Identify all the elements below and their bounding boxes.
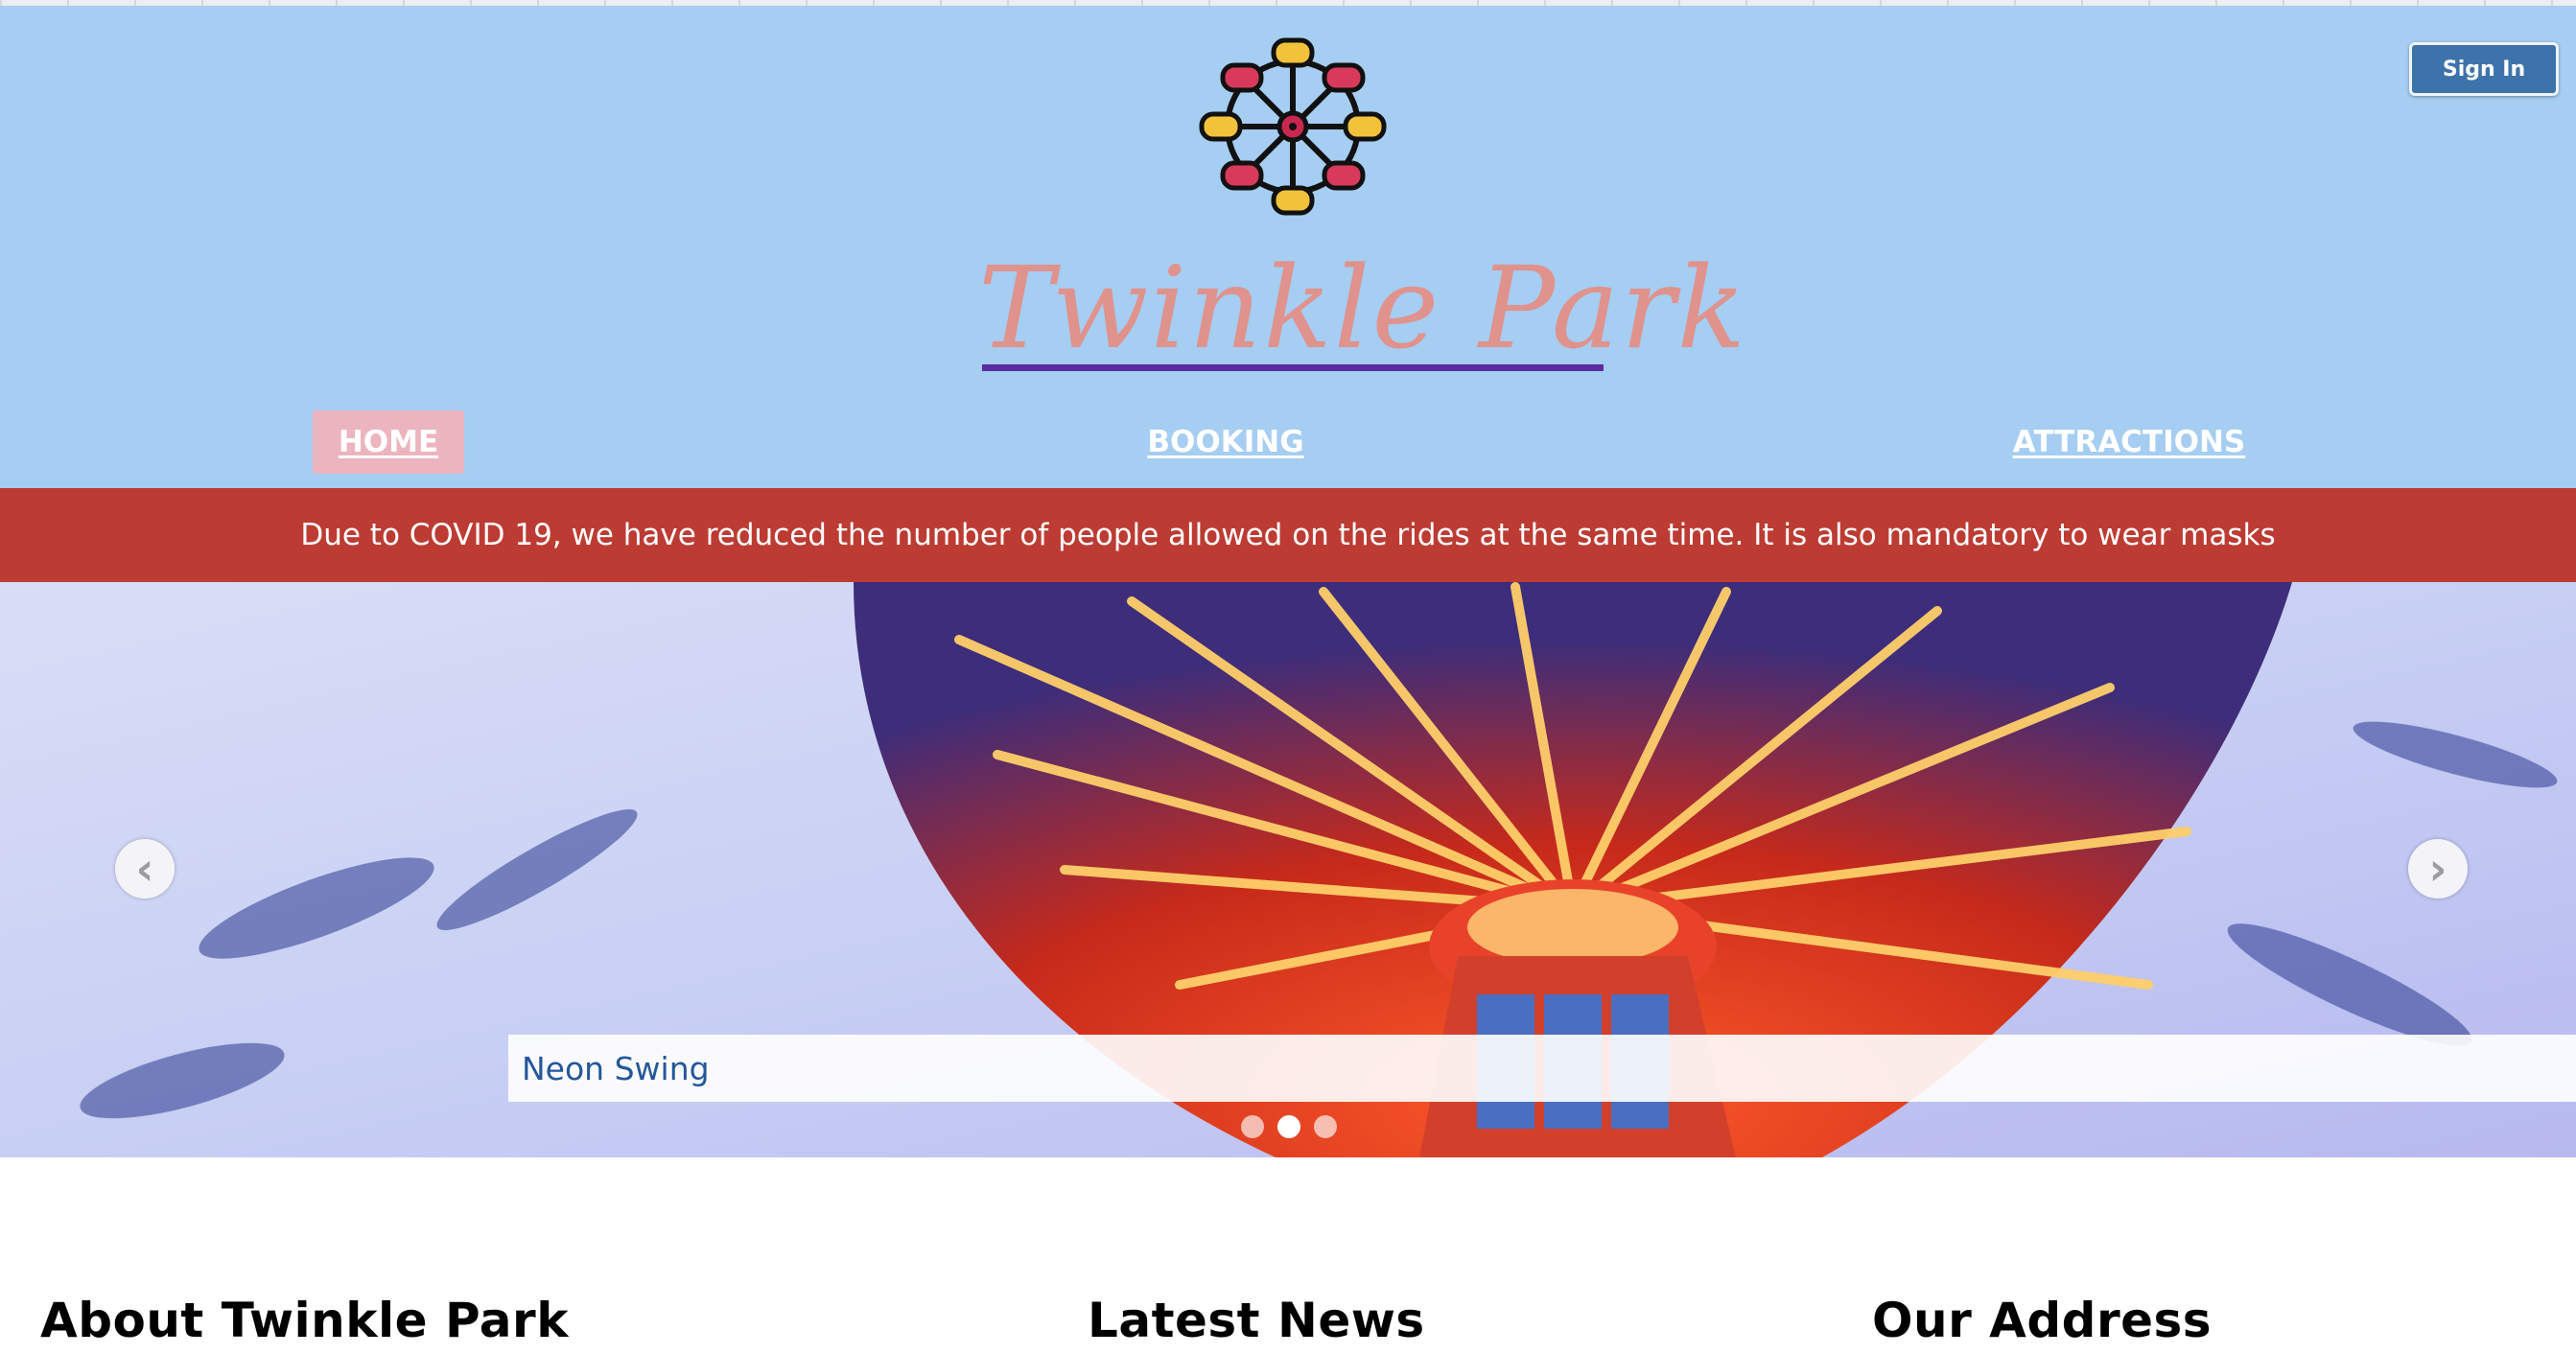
ferris-wheel-icon[interactable] — [1194, 33, 1392, 221]
carousel-caption: Neon Swing — [508, 1035, 2576, 1102]
image-carousel: ‹ › Neon Swing — [0, 582, 2576, 1157]
chevron-left-icon[interactable]: ‹ — [115, 839, 175, 899]
nav-attractions-link[interactable]: ATTRACTIONS — [1985, 410, 2273, 474]
our-address-heading: Our Address — [1872, 1292, 2213, 1348]
about-heading: About Twinkle Park — [40, 1292, 569, 1348]
title-underline — [982, 364, 1604, 371]
carousel-dot[interactable] — [1241, 1115, 1264, 1138]
nav-booking-link[interactable]: BOOKING — [1112, 410, 1339, 474]
carousel-dot-active[interactable] — [1277, 1115, 1300, 1138]
site-title[interactable]: Twinkle Park — [978, 245, 1745, 370]
chevron-right-icon[interactable]: › — [2408, 839, 2468, 899]
carousel-dot[interactable] — [1314, 1115, 1337, 1138]
covid-notice-banner: Due to COVID 19, we have reduced the num… — [0, 488, 2576, 582]
sign-in-button[interactable]: Sign In — [2409, 42, 2559, 96]
latest-news-heading: Latest News — [1088, 1292, 1425, 1348]
site-header: Sign In Twinkle Park HOME BOOKING ATTRAC… — [0, 6, 2576, 488]
carousel-indicators — [1241, 1115, 1337, 1138]
nav-home-link[interactable]: HOME — [313, 410, 464, 474]
